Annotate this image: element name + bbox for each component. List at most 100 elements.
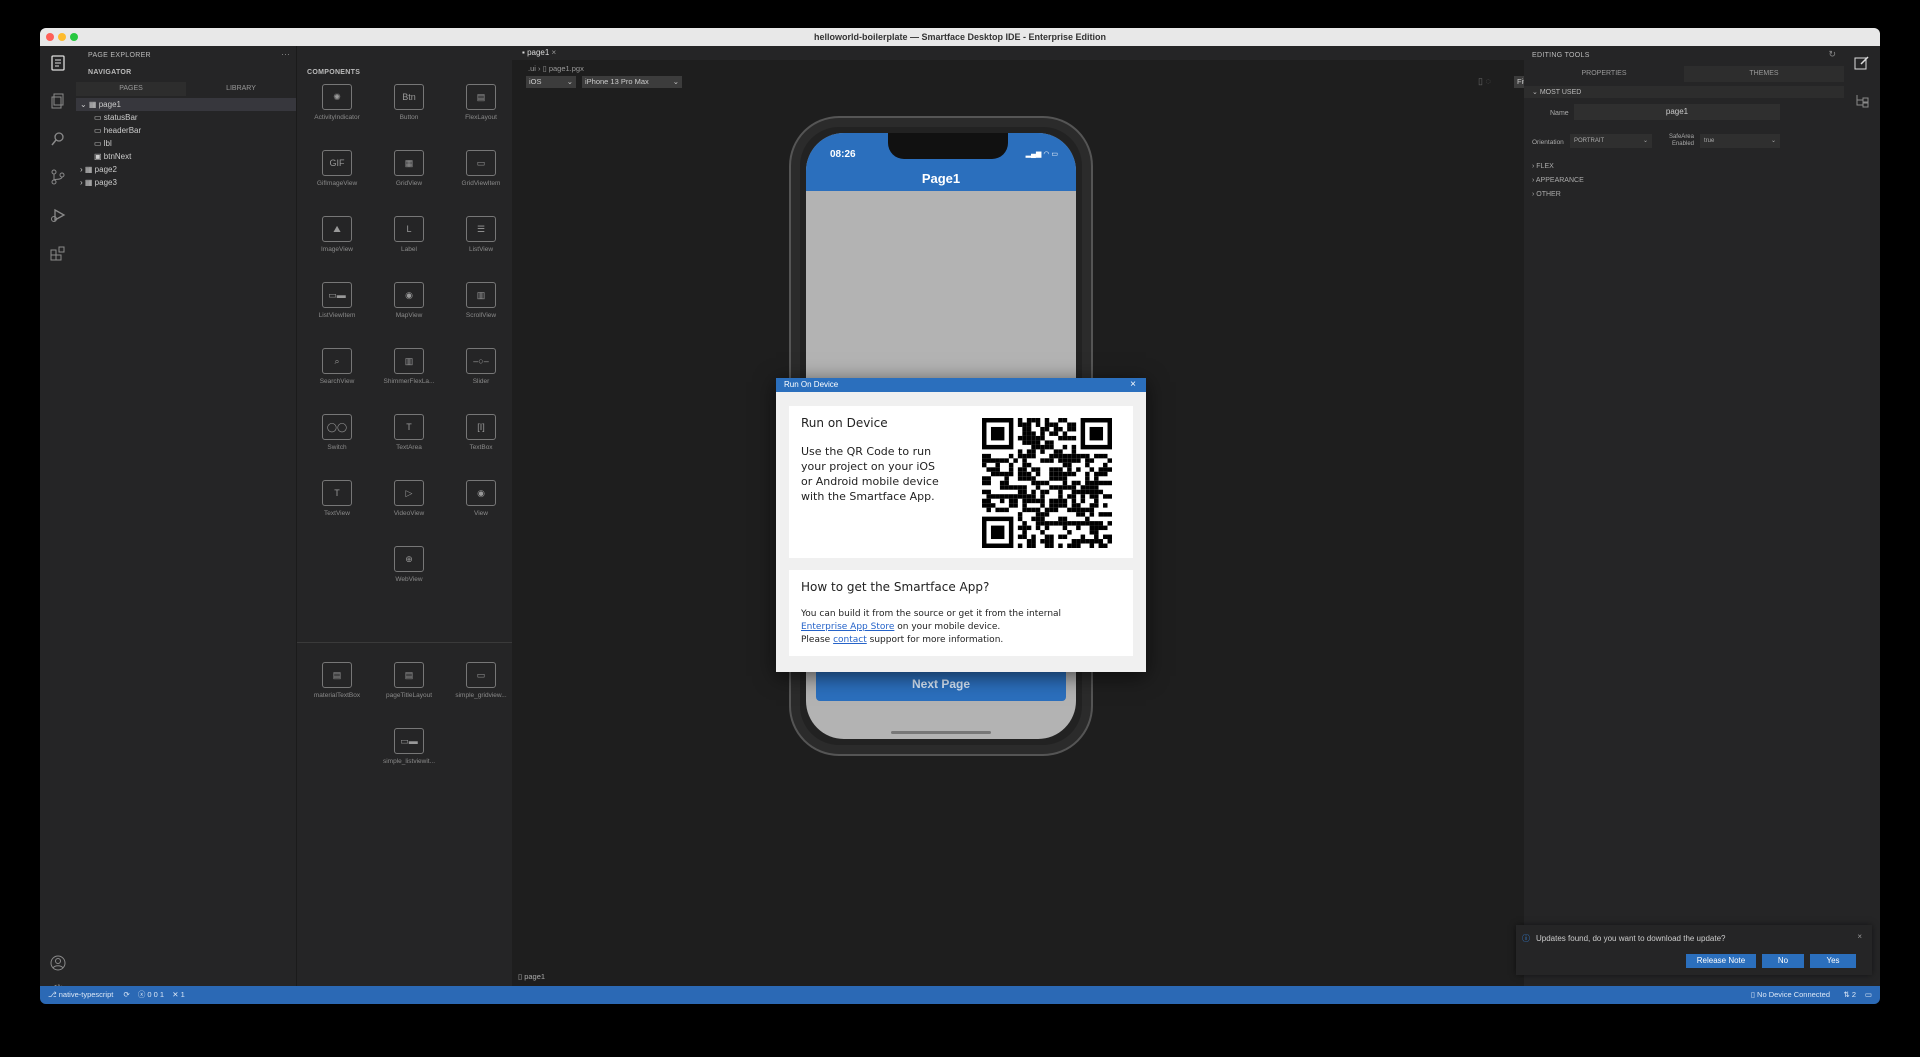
name-field[interactable]: page1 [1574,104,1780,120]
zoom-window-button[interactable] [70,33,78,41]
component-flexlayout[interactable]: ▤ FlexLayout [445,78,517,138]
component-button[interactable]: Btn Button [373,78,445,138]
hierarchy-icon[interactable] [1853,92,1871,110]
dialog-title: Run On Device [784,380,839,389]
component-searchview[interactable]: ⌕ SearchView [301,342,373,402]
component-label: MapView [395,312,423,319]
component-shimmerflexla[interactable]: ▥ ShimmerFlexLa... [373,342,445,402]
appearance-section[interactable]: › APPEARANCE [1532,177,1584,184]
component-switch[interactable]: ◯◯ Switch [301,408,373,468]
library-item[interactable]: ▤ pageTitleLayout [373,656,445,716]
edit-icon[interactable] [1853,54,1871,72]
tab-pages[interactable]: PAGES [76,82,186,96]
editor-footer-label: ▯ page1 [518,972,546,981]
component-icon: GIF [322,150,352,176]
refresh-icon[interactable]: ↻ [1828,49,1836,60]
editing-tools-panel: EDITING TOOLS ↻ PROPERTIES THEMES ⌄ MOST… [1524,46,1844,986]
component-icon: ▦ [394,150,424,176]
component-webview[interactable]: ⊕ WebView [373,540,445,600]
component-activityindicator[interactable]: ✺ ActivityIndicator [301,78,373,138]
info-icon: ⓘ [1522,934,1530,943]
component-icon: ▥ [466,282,496,308]
component-label[interactable]: L Label [373,210,445,270]
component-view[interactable]: ◉ View [445,474,517,534]
safearea-select[interactable]: true ⌄ [1700,134,1780,148]
more-actions-icon[interactable]: ··· [281,49,290,59]
tab-themes[interactable]: THEMES [1684,66,1844,82]
device-select[interactable]: iPhone 13 Pro Max ⌄ [582,76,682,88]
library-item-label: simple_gridview... [455,692,507,699]
pages-icon[interactable] [49,54,67,72]
component-slider[interactable]: –○– Slider [445,342,517,402]
component-label: ListView [468,246,494,253]
tab-properties[interactable]: PROPERTIES [1524,66,1684,82]
component-videoview[interactable]: ▷ VideoView [373,474,445,534]
contact-link[interactable]: contact [833,635,867,645]
orientation-select[interactable]: PORTRAIT ⌄ [1570,134,1652,148]
os-select[interactable]: iOS ⌄ [526,76,576,88]
component-listviewitem[interactable]: ▭▬ ListViewItem [301,276,373,336]
dialog-close-button[interactable]: × [1130,378,1136,392]
notification-close-icon[interactable]: × [1857,932,1862,941]
account-icon[interactable] [49,954,67,972]
explorer-icon[interactable] [49,92,67,110]
no-button[interactable]: No [1762,954,1804,968]
tree-item-page3[interactable]: › ▦ page3 [80,178,117,187]
window-title: helloworld-boilerplate — Smartface Deskt… [813,32,1107,42]
sync-icon[interactable]: ⟳ [123,990,129,999]
components-header: COMPONENTS [307,69,361,76]
component-textbox[interactable]: [I] TextBox [445,408,517,468]
tree-item-btnnext[interactable]: ▣ btnNext [94,152,131,161]
library-item[interactable]: ▭ simple_gridview... [445,656,517,716]
run-debug-icon[interactable] [49,206,67,224]
enterprise-app-store-link[interactable]: Enterprise App Store [801,622,894,632]
component-gridviewitem[interactable]: ▭ GridViewItem [445,144,517,204]
component-listview[interactable]: ☰ ListView [445,210,517,270]
component-icon: T [394,414,424,440]
close-tab-icon[interactable]: × [552,48,557,57]
tree-item-statusbar[interactable]: ▭ statusBar [94,113,138,122]
flex-section[interactable]: › FLEX [1532,163,1554,170]
bell-icon[interactable]: ▭ [1865,986,1872,1004]
most-used-section[interactable]: ⌄ MOST USED [1532,88,1581,96]
component-label: FlexLayout [465,114,497,121]
component-gridview[interactable]: ▦ GridView [373,144,445,204]
component-textarea[interactable]: T TextArea [373,408,445,468]
library-item[interactable]: ▭▬ simple_listviewit... [373,722,445,782]
component-textview[interactable]: T TextView [301,474,373,534]
component-mapview[interactable]: ◉ MapView [373,276,445,336]
component-label: Switch [327,444,347,451]
search-icon[interactable] [49,130,67,148]
component-icon: ▭▬ [322,282,352,308]
minimize-window-button[interactable] [58,33,66,41]
notification-count[interactable]: ⇅ 2 [1843,986,1856,1004]
component-icon: ▤ [466,84,496,110]
yes-button[interactable]: Yes [1810,954,1856,968]
component-label: Slider [472,378,490,385]
branch-status[interactable]: ⎇ native-typescript [48,990,113,999]
source-control-icon[interactable] [49,168,67,186]
library-item-icon: ▤ [394,662,424,688]
tree-item-headerbar[interactable]: ▭ headerBar [94,126,141,135]
component-gifimageview[interactable]: GIF GifImageView [301,144,373,204]
next-page-button[interactable]: Next Page [816,667,1066,701]
tree-item-page1[interactable]: ⌄ ▦ page1 [80,100,121,109]
component-icon: ☰ [466,216,496,242]
device-status[interactable]: ▯ No Device Connected [1751,986,1830,1004]
rotate-icon[interactable]: ▯ ◌ [1478,76,1491,87]
problems-status[interactable]: ⓧ 0 0 1 [138,990,164,999]
extensions-icon[interactable] [49,244,67,262]
component-label: View [474,510,488,517]
tree-item-lbl[interactable]: ▭ lbl [94,139,112,148]
ports-status[interactable]: ✕ 1 [172,990,185,999]
close-window-button[interactable] [46,33,54,41]
page-title: Page1 [921,171,961,186]
tab-library[interactable]: LIBRARY [186,82,296,96]
component-imageview[interactable]: ⛰ ImageView [301,210,373,270]
release-note-button[interactable]: Release Note [1686,954,1756,968]
tab-page1[interactable]: ▪ page1 × [522,48,556,57]
component-scrollview[interactable]: ▥ ScrollView [445,276,517,336]
library-item[interactable]: ▤ materialTextBox [301,656,373,716]
tree-item-page2[interactable]: › ▦ page2 [80,165,117,174]
other-section[interactable]: › OTHER [1532,191,1561,198]
